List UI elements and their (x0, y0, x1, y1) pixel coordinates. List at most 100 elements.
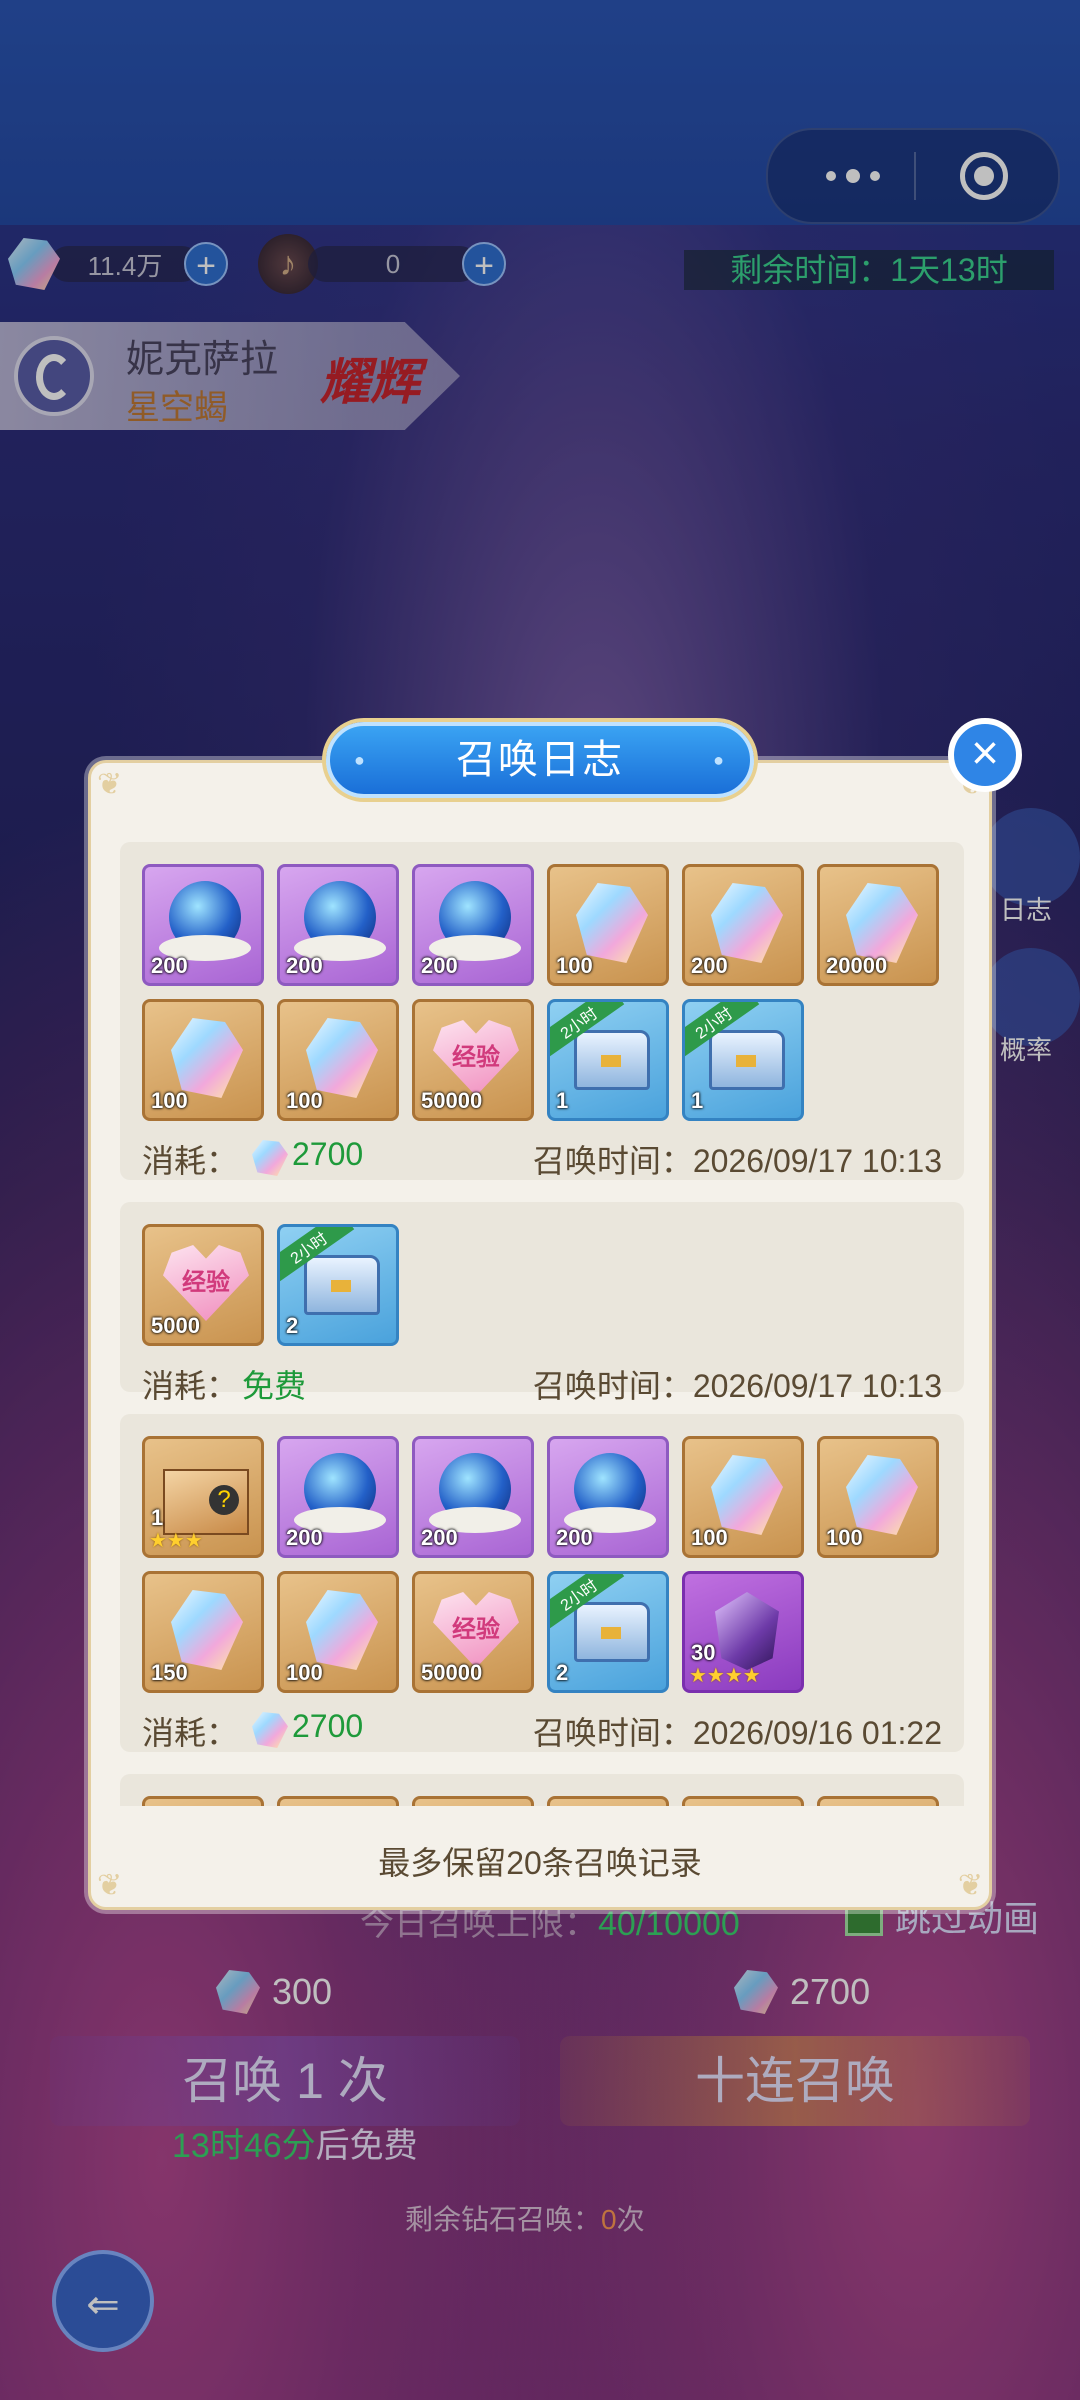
reward-item[interactable]: 100 (682, 1436, 804, 1558)
summon-record: 200 200 200 100 200 20000 100 100 经验 50000 2小时 1 2小时… (120, 842, 964, 1180)
reward-item[interactable]: 200 (682, 864, 804, 986)
reward-item[interactable]: 200 (277, 864, 399, 986)
reward-item[interactable]: 100 (817, 1436, 939, 1558)
summon-record: 经验 5000 2小时 2 消耗： 免费 召唤时间：2026/09/17 10:13 (120, 1202, 964, 1404)
reward-item[interactable]: 2小时 1 (547, 999, 669, 1121)
item-count: 2 (556, 1660, 569, 1685)
item-count: 2 (286, 1313, 299, 1338)
reward-item[interactable]: 20000 (817, 864, 939, 986)
star-orb-icon (159, 881, 251, 961)
record-footer: 消耗： 2700 召唤时间：2026/09/17 10:13 (142, 1136, 942, 1179)
purple-crystal-icon (715, 1592, 779, 1670)
star-orb-icon (429, 1453, 521, 1533)
diamond-icon (846, 1455, 918, 1535)
cost-value: 免费 (242, 1368, 307, 1404)
reward-item (142, 1796, 264, 1806)
reward-item[interactable]: 2小时 1 (682, 999, 804, 1121)
diamond-icon (252, 1140, 288, 1176)
reward-item (412, 1796, 534, 1806)
item-count: 200 (151, 953, 188, 978)
reward-item[interactable]: 200 (412, 864, 534, 986)
exp-heart-icon: 经验 (433, 1020, 519, 1096)
reward-item[interactable]: 2小时 2 (277, 1224, 399, 1346)
treasure-chest-icon (574, 1602, 650, 1662)
close-button[interactable]: × (948, 718, 1022, 792)
summon-log-list[interactable]: 200 200 200 100 200 20000 100 100 经验 50000 2小时 1 2小时… (120, 842, 964, 1806)
summon-time: 召唤时间：2026/09/16 01:22 (532, 1715, 942, 1751)
treasure-chest-icon (574, 1030, 650, 1090)
cost-value: 2700 (292, 1136, 364, 1172)
item-count: 200 (421, 953, 458, 978)
reward-item[interactable]: 经验 50000 (412, 1571, 534, 1693)
diamond-icon (576, 883, 648, 963)
reward-item[interactable]: 100 (547, 864, 669, 986)
summon-time: 召唤时间：2026/09/17 10:13 (532, 1368, 942, 1404)
item-count: 1 (691, 1088, 704, 1113)
item-count: 1 (556, 1088, 569, 1113)
treasure-chest-icon (304, 1255, 380, 1315)
reward-item[interactable]: 150 (142, 1571, 264, 1693)
reward-item[interactable]: 100 (277, 1571, 399, 1693)
item-count: 1 (151, 1505, 164, 1530)
diamond-icon (171, 1018, 243, 1098)
reward-item[interactable]: 200 (142, 864, 264, 986)
item-count: 100 (556, 953, 593, 978)
star-orb-icon (294, 1453, 386, 1533)
item-count: 200 (421, 1525, 458, 1550)
item-count: 50000 (421, 1660, 483, 1685)
item-count: 5000 (151, 1313, 200, 1338)
cost-label: 消耗： (142, 1368, 239, 1404)
summon-record (120, 1774, 964, 1806)
retention-note: 最多保留20条召唤记录 (378, 1845, 702, 1881)
diamond-icon (306, 1590, 378, 1670)
corner-ornament: ❦ (97, 768, 123, 801)
summon-record: ★★★1200200200100100150100经验500002小时2★★★★… (120, 1414, 964, 1752)
item-count: 100 (826, 1525, 863, 1550)
diamond-icon (711, 1455, 783, 1535)
reward-item[interactable]: 2小时 2 (547, 1571, 669, 1693)
dialog-title: 召唤日志 (326, 722, 754, 798)
reward-item[interactable]: 经验 5000 (142, 1224, 264, 1346)
item-count: 200 (286, 1525, 323, 1550)
diamond-icon (711, 883, 783, 963)
reward-item[interactable]: 经验 50000 (412, 999, 534, 1121)
star-rating: ★★★★ (689, 1665, 761, 1687)
diamond-icon (306, 1018, 378, 1098)
reward-item[interactable]: 200 (547, 1436, 669, 1558)
cost-value: 2700 (292, 1708, 364, 1744)
reward-item (682, 1796, 804, 1806)
treasure-chest-icon (709, 1030, 785, 1090)
diamond-icon (846, 883, 918, 963)
star-rating: ★★★ (149, 1530, 203, 1552)
item-count: 20000 (826, 953, 888, 978)
item-count: 30 (691, 1640, 716, 1665)
diamond-icon (252, 1712, 288, 1748)
item-count: 100 (691, 1525, 728, 1550)
reward-item[interactable]: 200 (412, 1436, 534, 1558)
record-footer: 消耗： 2700 召唤时间：2026/09/16 01:22 (142, 1708, 942, 1751)
diamond-icon (171, 1590, 243, 1670)
cost-label: 消耗： (142, 1143, 239, 1179)
item-count: 200 (556, 1525, 593, 1550)
item-count: 50000 (421, 1088, 483, 1113)
reward-item[interactable]: 100 (277, 999, 399, 1121)
reward-item[interactable]: ★★★★ 30 (682, 1571, 804, 1693)
reward-item (817, 1796, 939, 1806)
reward-item[interactable]: ★★★1 (142, 1436, 264, 1558)
summon-time: 召唤时间：2026/09/17 10:13 (532, 1143, 942, 1179)
exp-heart-icon: 经验 (163, 1245, 249, 1321)
mystery-box-icon (163, 1469, 249, 1535)
item-count: 100 (286, 1088, 323, 1113)
star-orb-icon (294, 881, 386, 961)
reward-item[interactable]: 100 (142, 999, 264, 1121)
close-icon: × (970, 727, 1000, 780)
reward-item (277, 1796, 399, 1806)
item-count: 100 (151, 1088, 188, 1113)
record-footer: 消耗： 免费 召唤时间：2026/09/17 10:13 (142, 1361, 942, 1404)
reward-item (547, 1796, 669, 1806)
cost-label: 消耗： (142, 1715, 239, 1751)
star-orb-icon (564, 1453, 656, 1533)
item-count: 200 (286, 953, 323, 978)
reward-item[interactable]: 200 (277, 1436, 399, 1558)
item-count: 200 (691, 953, 728, 978)
